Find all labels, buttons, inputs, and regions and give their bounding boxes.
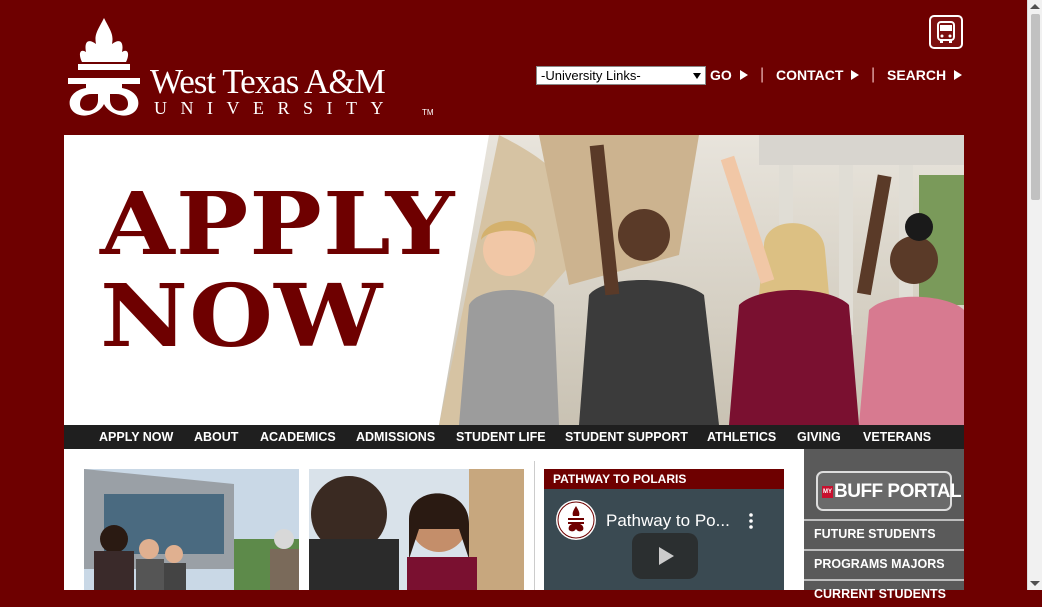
nav-giving[interactable]: GIVING	[797, 430, 841, 444]
pathway-video[interactable]: Pathway to Po...	[544, 489, 784, 590]
sidebar-link-current-students[interactable]: CURRENT STUDENTS	[804, 579, 964, 607]
channel-logo-icon	[556, 500, 596, 540]
content-divider	[534, 461, 535, 590]
scroll-down-icon[interactable]	[1030, 581, 1040, 586]
nav-academics[interactable]: ACADEMICS	[260, 430, 336, 444]
campus-tour-image	[84, 469, 299, 590]
scroll-up-icon[interactable]	[1030, 4, 1040, 9]
flame-logo-icon	[68, 18, 140, 116]
page: West Texas A&M UNIVERSITY TM -University…	[0, 0, 1027, 601]
vertical-scrollbar[interactable]	[1027, 0, 1042, 590]
play-button[interactable]	[632, 533, 698, 579]
sidebar-link-future-students[interactable]: FUTURE STUDENTS	[804, 519, 964, 547]
hero-banner[interactable]: APPLY NOW	[64, 135, 964, 425]
logo-wordmark: West Texas A&M	[150, 62, 386, 101]
university-links-select[interactable]: -University Links-	[536, 66, 706, 85]
go-button[interactable]: GO	[710, 67, 748, 83]
chevron-right-icon	[739, 70, 748, 80]
main-nav: APPLY NOW ABOUT ACADEMICS ADMISSIONS STU…	[64, 425, 964, 449]
portal-badge: MY	[822, 486, 833, 498]
chevron-right-icon	[954, 70, 963, 80]
buff-portal-button[interactable]: MY BUFF PORTAL	[816, 471, 962, 511]
nav-veterans[interactable]: VETERANS	[863, 430, 931, 444]
student-advising-photo[interactable]	[309, 469, 524, 590]
student-advising-image	[309, 469, 524, 590]
chevron-right-icon	[851, 70, 860, 80]
campus-tour-photo[interactable]	[84, 469, 299, 590]
header-separator: |	[871, 66, 876, 83]
bus-icon	[937, 21, 955, 43]
contact-link[interactable]: CONTACT	[776, 67, 860, 83]
pathway-heading: PATHWAY TO POLARIS	[544, 469, 784, 489]
logo-university-text: UNIVERSITY	[154, 98, 397, 118]
nav-student-support[interactable]: STUDENT SUPPORT	[565, 430, 688, 444]
play-icon	[659, 547, 674, 565]
scrollbar-thumb[interactable]	[1031, 14, 1040, 200]
contact-label: CONTACT	[776, 67, 844, 83]
hero-students-photo	[439, 135, 964, 425]
nav-student-life[interactable]: STUDENT LIFE	[456, 430, 546, 444]
dropdown-caret-icon	[693, 73, 701, 79]
nav-apply-now[interactable]: APPLY NOW	[99, 430, 173, 444]
university-logo[interactable]: West Texas A&M UNIVERSITY TM	[64, 16, 444, 120]
university-links-value: -University Links-	[541, 68, 641, 83]
nav-athletics[interactable]: ATHLETICS	[707, 430, 776, 444]
kebab-menu-icon[interactable]	[749, 513, 753, 529]
portal-label: BUFF PORTAL	[834, 481, 962, 502]
video-title: Pathway to Po...	[606, 511, 730, 530]
search-link[interactable]: SEARCH	[887, 67, 963, 83]
go-label: GO	[710, 67, 732, 83]
logo-trademark: TM	[422, 108, 434, 117]
header-separator: |	[760, 66, 765, 83]
hero-line-apply: APPLY	[100, 174, 456, 275]
search-label: SEARCH	[887, 67, 947, 83]
shuttle-button[interactable]	[929, 15, 963, 49]
hero-line-now: NOW	[100, 266, 384, 367]
hero-headline: APPLY NOW	[100, 179, 456, 363]
nav-admissions[interactable]: ADMISSIONS	[356, 430, 435, 444]
sidebar-link-programs-majors[interactable]: PROGRAMS MAJORS	[804, 549, 964, 577]
nav-about[interactable]: ABOUT	[194, 430, 238, 444]
